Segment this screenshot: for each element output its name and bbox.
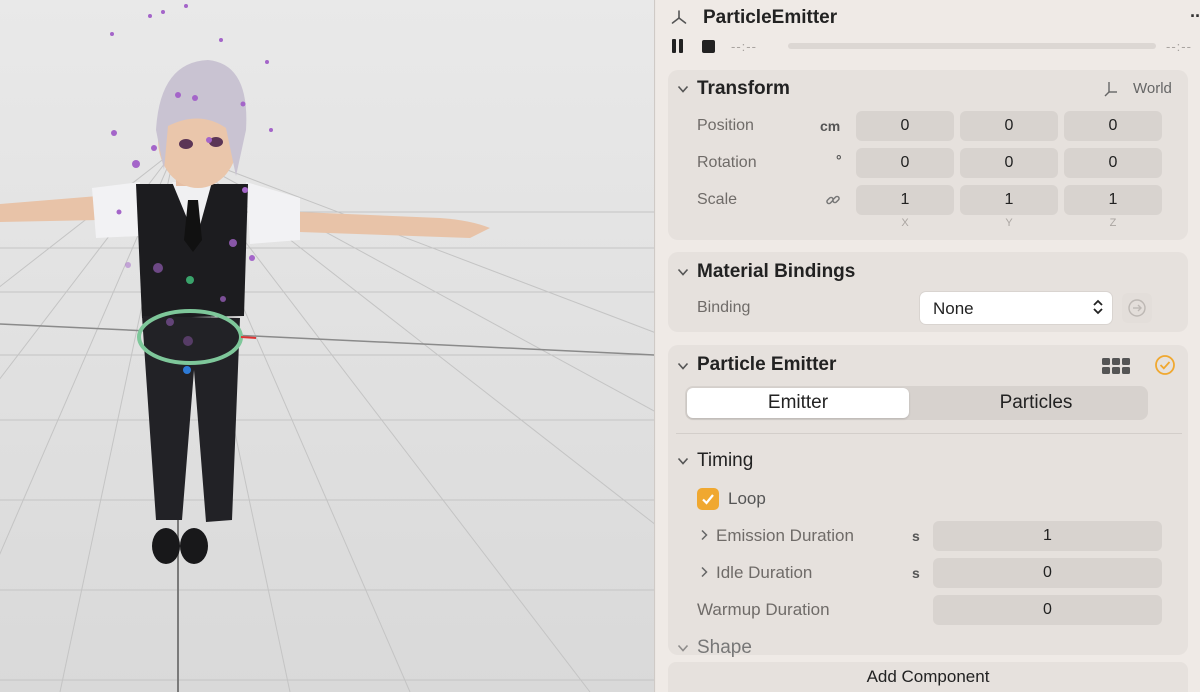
position-unit: cm: [820, 118, 841, 134]
playback-controls: --:-- --:--: [656, 36, 1200, 58]
position-z-field[interactable]: 0: [1064, 111, 1162, 141]
section-divider: [676, 433, 1182, 434]
loop-checkbox[interactable]: [697, 488, 719, 510]
chevron-right-icon[interactable]: [699, 529, 709, 541]
current-time: --:--: [731, 39, 757, 54]
inspector-header: ParticleEmitter ··: [656, 0, 1200, 36]
loop-label[interactable]: Loop: [728, 489, 766, 509]
scene-viewport[interactable]: [0, 0, 655, 692]
scale-z-field[interactable]: 1: [1064, 185, 1162, 215]
scene-canvas[interactable]: [0, 0, 655, 692]
chevron-down-icon[interactable]: [677, 266, 689, 278]
scale-label: Scale: [697, 191, 738, 208]
binding-value: None: [933, 299, 974, 318]
axis-line-x: [0, 323, 654, 356]
add-component-button[interactable]: Add Component: [668, 662, 1188, 692]
chevron-right-icon[interactable]: [699, 566, 709, 578]
transform-section: Transform World Position cm 0 0 0 Rotati…: [668, 70, 1188, 240]
chevron-down-icon[interactable]: [677, 455, 689, 467]
material-bindings-title: Material Bindings: [697, 261, 856, 282]
updown-chevron-icon: [1093, 299, 1103, 315]
arrow-circle-icon: [1128, 299, 1146, 317]
rotation-x-field[interactable]: 0: [856, 148, 954, 178]
timeline-scrubber[interactable]: [788, 43, 1156, 49]
particle-emitter-title: Particle Emitter: [697, 354, 837, 375]
axis-z-label: Z: [1109, 217, 1117, 229]
chevron-down-icon[interactable]: [677, 83, 689, 95]
chevron-down-icon[interactable]: [677, 642, 689, 654]
warmup-duration-field[interactable]: 0: [933, 595, 1162, 625]
coordinate-space-label[interactable]: World: [1133, 80, 1172, 97]
rotation-unit: °: [836, 152, 842, 168]
component-title: ParticleEmitter: [703, 7, 838, 28]
tab-emitter[interactable]: Emitter: [687, 388, 909, 418]
more-options-button[interactable]: ··: [1190, 6, 1200, 27]
coordinate-space-icon[interactable]: [1103, 80, 1121, 98]
axis-y-label: Y: [1005, 217, 1013, 229]
warmup-duration-label: Warmup Duration: [697, 600, 830, 619]
idle-duration-label: Idle Duration: [716, 563, 813, 582]
inspector-panel: ParticleEmitter ·· --:-- --:-- Transform…: [656, 0, 1200, 692]
idle-duration-unit: s: [912, 565, 920, 581]
tab-particles[interactable]: Particles: [925, 388, 1147, 418]
emission-duration-field[interactable]: 1: [933, 521, 1162, 551]
rotation-label: Rotation: [697, 154, 757, 171]
total-time: --:--: [1166, 39, 1192, 54]
go-to-material-button[interactable]: [1122, 293, 1152, 323]
checkmark-circle-icon[interactable]: [1154, 354, 1176, 376]
position-label: Position: [697, 117, 754, 134]
emitter-tabs: Emitter Particles: [685, 386, 1148, 420]
position-x-field[interactable]: 0: [856, 111, 954, 141]
stop-button[interactable]: [702, 40, 715, 53]
idle-duration-field[interactable]: 0: [933, 558, 1162, 588]
rotation-y-field[interactable]: 0: [960, 148, 1058, 178]
particle-emitter-icon: [671, 10, 687, 24]
axis-x-label: X: [901, 217, 909, 229]
scale-x-field[interactable]: 1: [856, 185, 954, 215]
shape-title: Shape: [697, 637, 752, 658]
emission-duration-label: Emission Duration: [716, 526, 854, 545]
binding-label: Binding: [697, 299, 751, 316]
checkmark-icon: [702, 494, 714, 505]
presets-grid-icon[interactable]: [1101, 356, 1131, 376]
transform-title: Transform: [697, 78, 790, 99]
emission-duration-unit: s: [912, 528, 920, 544]
binding-select[interactable]: None: [920, 292, 1112, 324]
pause-button[interactable]: [672, 39, 684, 53]
link-icon[interactable]: [825, 192, 841, 208]
chevron-down-icon[interactable]: [677, 360, 689, 372]
scale-y-field[interactable]: 1: [960, 185, 1058, 215]
position-y-field[interactable]: 0: [960, 111, 1058, 141]
rotation-z-field[interactable]: 0: [1064, 148, 1162, 178]
timing-title: Timing: [697, 450, 754, 471]
